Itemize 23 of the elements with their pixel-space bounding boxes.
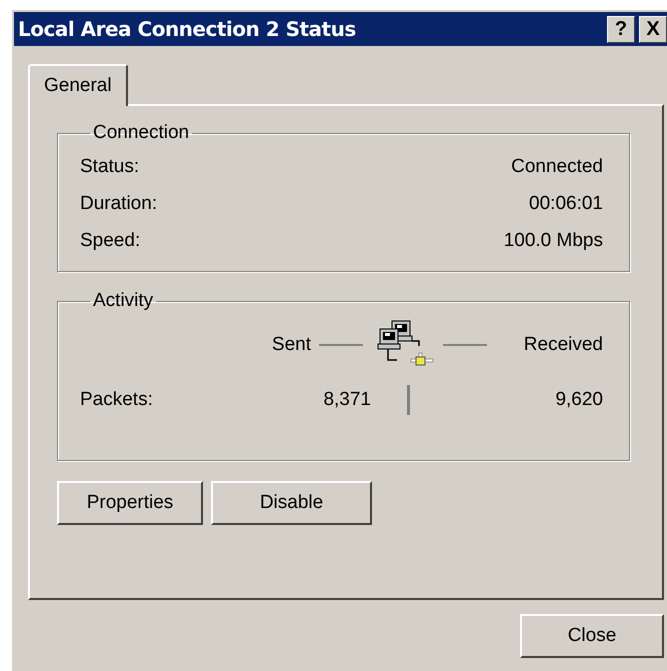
field-value: 100.0 Mbps [504,230,603,252]
connector-line [319,344,363,346]
divider-bar [406,385,410,415]
sent-label: Sent [272,334,311,356]
properties-button[interactable]: Properties [57,481,203,525]
tab[interactable]: General [28,64,128,106]
field-value: 00:06:01 [529,192,603,214]
field-label: Speed: [80,230,140,252]
help-button[interactable]: ? [607,16,635,42]
group-title: Connection [92,122,190,144]
sent-packets: 8,371 [323,389,371,411]
field-value: Connected [511,156,603,178]
window-title: Local Area Connection 2 Status [18,17,356,41]
received-packets: 9,620 [555,389,603,411]
field-label: Duration: [80,192,158,214]
close-button[interactable]: X [639,16,667,42]
disable-button[interactable]: Disable [211,481,372,525]
packets-label: Packets: [80,389,154,411]
received-label: Received [524,334,603,356]
connector-line [443,344,487,346]
field-label: Status: [80,156,140,178]
close-button[interactable]: Close [520,614,664,658]
group-title: Activity [92,290,154,312]
